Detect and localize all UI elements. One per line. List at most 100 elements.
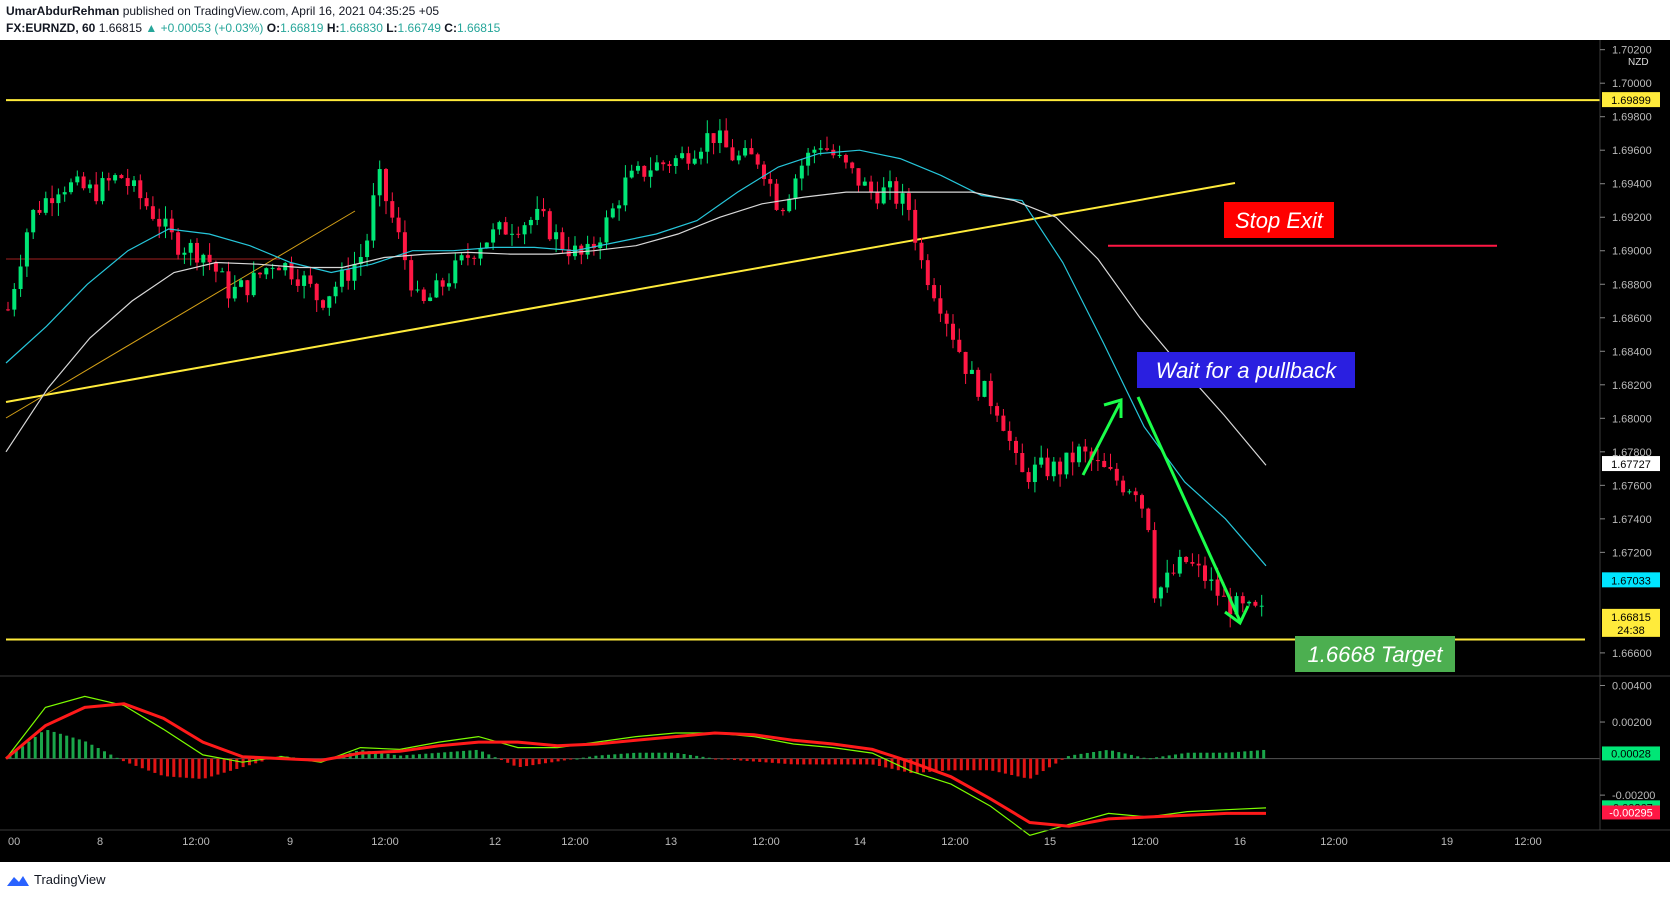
histogram-bar xyxy=(1249,750,1253,759)
candle-body xyxy=(799,165,804,179)
histogram-bar xyxy=(978,758,982,771)
histogram-bar xyxy=(714,758,718,760)
candle-body xyxy=(818,148,823,150)
histogram-bar xyxy=(1161,756,1165,759)
brand-name[interactable]: TradingView xyxy=(34,872,106,887)
publish-info: published on TradingView.com, April 16, … xyxy=(122,4,440,18)
price-chart[interactable]: 1.70200 1.70000 1.69800 1.69600 1.69400 1.692… xyxy=(0,40,1670,862)
candle-body xyxy=(163,218,168,227)
histogram-bar xyxy=(1129,754,1133,759)
histogram-bar xyxy=(121,758,125,762)
histogram-bar xyxy=(84,741,88,759)
histogram-bar xyxy=(499,758,503,760)
candle-body xyxy=(6,309,10,311)
histogram-bar xyxy=(436,752,440,759)
histogram-bar xyxy=(600,755,604,759)
histogram-bar xyxy=(613,754,617,759)
candle-body xyxy=(453,260,458,284)
candle-body xyxy=(106,178,111,181)
histogram-bar xyxy=(991,758,995,771)
candle-body xyxy=(384,169,388,202)
time-label: 14 xyxy=(854,836,866,848)
histogram-bar xyxy=(58,733,62,759)
histogram-bar xyxy=(871,758,875,765)
histogram-bar xyxy=(550,758,554,763)
histogram-bar xyxy=(1041,758,1045,772)
candle-body xyxy=(157,218,162,227)
histogram-bar xyxy=(1003,758,1007,774)
close-value: 1.66815 xyxy=(456,21,501,35)
candle-body xyxy=(850,162,855,169)
time-label: 12:00 xyxy=(941,836,969,848)
candle-body xyxy=(1020,453,1025,473)
candle-body xyxy=(421,289,426,301)
candle-body xyxy=(1127,491,1132,493)
candle-body xyxy=(1095,460,1100,462)
candle-body xyxy=(333,286,338,297)
candle-body xyxy=(623,177,628,206)
candle-body xyxy=(409,260,414,291)
low-value: 1.66749 xyxy=(397,21,441,35)
histogram-bar xyxy=(512,758,516,766)
histogram-bar xyxy=(166,758,169,777)
candle-body xyxy=(289,263,294,280)
price-tick-label: 1.69200 xyxy=(1612,212,1652,224)
author-name[interactable]: UmarAbdurRehman xyxy=(6,4,119,18)
histogram-bar xyxy=(695,755,699,759)
price-tick-label: 1.67400 xyxy=(1612,514,1652,526)
time-label: 12:00 xyxy=(1514,836,1542,848)
histogram-bar xyxy=(222,758,226,773)
candle-body xyxy=(661,162,666,165)
candle-body xyxy=(1196,563,1201,566)
histogram-bar xyxy=(852,758,856,765)
candle-body xyxy=(516,233,521,235)
candle-body xyxy=(75,176,80,183)
histogram-bar xyxy=(1111,750,1114,759)
price-tick-label: 1.68800 xyxy=(1612,279,1652,291)
candle-body xyxy=(736,155,741,161)
candle-body xyxy=(881,187,886,204)
candle-body xyxy=(132,180,136,187)
candle-body xyxy=(226,271,231,299)
histogram-bar xyxy=(487,754,491,759)
histogram-bar xyxy=(40,732,43,759)
candle-body xyxy=(1146,508,1151,531)
histogram-bar xyxy=(241,758,245,768)
histogram-bar xyxy=(1148,758,1152,760)
tradingview-logo-icon[interactable] xyxy=(6,872,30,888)
candle-body xyxy=(182,252,187,255)
candle-body xyxy=(585,243,590,255)
histogram-bar xyxy=(405,755,409,759)
histogram-bar xyxy=(619,753,623,759)
histogram-bar xyxy=(1155,757,1159,759)
candle-body xyxy=(812,149,817,153)
price-label-text: 1.67727 xyxy=(1611,459,1651,471)
histogram-bar xyxy=(1186,752,1190,759)
candle-body xyxy=(730,147,735,161)
candle-body xyxy=(837,154,842,156)
candle-body xyxy=(680,153,685,159)
candle-body xyxy=(213,262,218,272)
candle-body xyxy=(1158,587,1163,599)
histogram-bar xyxy=(651,752,655,759)
histogram-bar xyxy=(77,739,81,759)
candle-body xyxy=(938,298,943,314)
histogram-bar xyxy=(147,758,151,771)
candle-body xyxy=(667,164,672,167)
high-label: H: xyxy=(326,21,340,35)
histogram-bar xyxy=(676,753,680,759)
histogram-bar xyxy=(940,758,944,771)
candle-body xyxy=(176,232,181,255)
histogram-bar xyxy=(1085,752,1089,759)
candle-body xyxy=(264,268,269,275)
candle-body xyxy=(787,198,792,212)
candle-body xyxy=(951,323,955,340)
histogram-bar xyxy=(178,758,182,778)
candle-body xyxy=(346,269,351,281)
candle-body xyxy=(1102,460,1107,468)
histogram-bar xyxy=(399,755,403,759)
histogram-bar xyxy=(1255,750,1259,759)
candle-body xyxy=(969,369,974,374)
candle-body xyxy=(724,130,729,148)
candle-body xyxy=(1114,468,1119,481)
